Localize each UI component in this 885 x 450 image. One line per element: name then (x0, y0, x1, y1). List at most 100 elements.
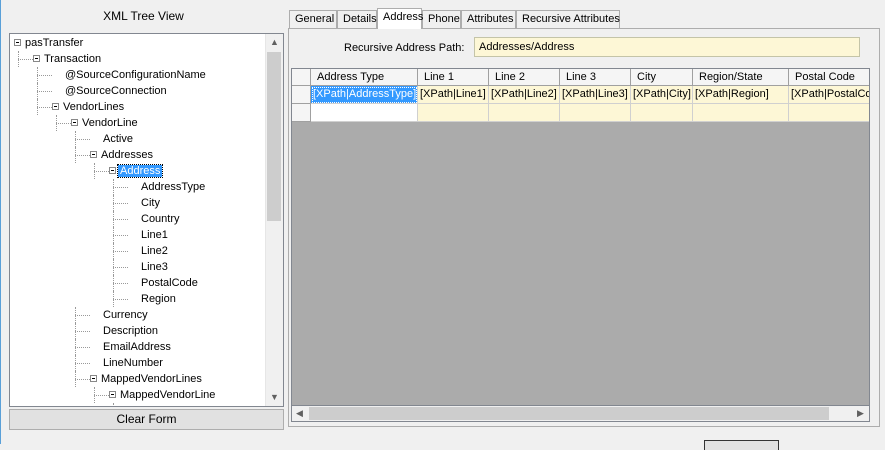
tree-node[interactable]: @SourceConfigurationName (56, 67, 208, 83)
tree-node[interactable]: Line2 (132, 243, 170, 259)
tree-connector (113, 227, 114, 243)
xml-tree-view[interactable]: pasTransfer Transaction @SourceConfigurati… (9, 33, 284, 407)
recursive-address-path-label: Recursive Address Path: (344, 42, 465, 54)
grid-cell[interactable]: [XPath|City] (631, 86, 693, 104)
clear-form-button[interactable]: Clear Form (9, 409, 284, 430)
tree-connector (113, 283, 128, 284)
grid-cell[interactable] (418, 104, 489, 122)
collapse-icon[interactable] (90, 151, 97, 158)
tree-connector (37, 91, 52, 92)
column-header[interactable]: Line 2 (489, 69, 560, 86)
tab-phone[interactable]: Phone (422, 10, 461, 28)
tree-node[interactable]: pasTransfer (14, 35, 85, 51)
xml-tree-title: XML Tree View (103, 9, 184, 23)
grid-cell[interactable] (631, 104, 693, 122)
tree-node-label: Active (103, 133, 133, 145)
column-header[interactable]: City (631, 69, 693, 86)
collapse-icon[interactable] (90, 375, 97, 382)
address-grid[interactable]: Address Type Line 1 Line 2 Line 3 City Region… (291, 68, 870, 422)
tree-node[interactable]: Active (94, 131, 135, 147)
tree-connector (113, 219, 128, 220)
scroll-down-icon[interactable]: ▼ (266, 389, 283, 406)
grid-cell[interactable] (693, 104, 789, 122)
tree-node[interactable]: MappedVendorLine (109, 387, 217, 403)
collapse-icon[interactable] (33, 55, 40, 62)
tab-attributes[interactable]: Attributes (461, 10, 516, 28)
grid-cell[interactable]: [XPath|Line3] (560, 86, 631, 104)
tab-recursive-attributes[interactable]: Recursive Attributes (516, 10, 620, 28)
grid-cell[interactable]: [XPath|Region] (693, 86, 789, 104)
scroll-up-icon[interactable]: ▲ (266, 34, 283, 51)
collapse-icon[interactable] (14, 39, 21, 46)
collapse-icon[interactable] (109, 391, 116, 398)
grid-cell[interactable]: [XPath|Line2] (489, 86, 560, 104)
recursive-address-path-input[interactable]: Addresses/Address (474, 37, 860, 57)
tree-connector (75, 307, 76, 323)
collapse-icon[interactable] (109, 167, 116, 174)
tree-node[interactable]: MappedVendorLines (90, 371, 204, 387)
tab-general[interactable]: General (289, 10, 337, 28)
xml-tree-panel: XML Tree View pasTransfer Transaction @Sou… (3, 6, 284, 430)
tree-scroll-thumb[interactable] (267, 52, 281, 221)
tree-connector (75, 315, 90, 316)
grid-cell[interactable] (560, 104, 631, 122)
tab-address[interactable]: Address (377, 8, 423, 29)
tree-node[interactable]: Country (132, 211, 182, 227)
grid-corner[interactable] (292, 69, 311, 86)
grid-cell[interactable]: [XPath|AddressType] (311, 86, 418, 104)
tree-node-label: MappedVendorLine (120, 389, 216, 401)
grid-cell[interactable] (789, 104, 869, 122)
tree-node-label: Line3 (141, 261, 168, 273)
tree-node[interactable]: Currency (94, 307, 150, 323)
grid-horizontal-scrollbar[interactable]: ◀ ▶ (291, 405, 870, 422)
tree-node[interactable]: AddressType (132, 179, 207, 195)
tree-node[interactable]: VendorLines (52, 99, 126, 115)
tree-vertical-scrollbar[interactable]: ▲ ▼ (265, 34, 283, 406)
tree-node[interactable]: Region (132, 291, 178, 307)
column-header[interactable]: Line 1 (418, 69, 489, 86)
tree-node[interactable]: LineNumber (94, 355, 165, 371)
tree-node-label: AddressType (141, 181, 206, 193)
row-header[interactable] (292, 104, 311, 122)
tree-connector (75, 139, 90, 140)
scroll-right-icon[interactable]: ▶ (853, 406, 868, 421)
tree-node-label: Address (116, 164, 164, 178)
tree-node-label: VendorLine (82, 117, 138, 129)
tree-node[interactable]: PostalCode (132, 275, 200, 291)
tree-connector (37, 67, 38, 83)
tree-node[interactable]: City (132, 195, 162, 211)
tree-node[interactable]: Conditi... (132, 403, 186, 406)
column-header[interactable]: Line 3 (560, 69, 631, 86)
tree-node[interactable]: Line1 (132, 227, 170, 243)
collapse-icon[interactable] (52, 103, 59, 110)
tree-node-label: VendorLines (63, 101, 125, 113)
row-header[interactable] (292, 86, 311, 104)
tree-connector (113, 267, 128, 268)
scroll-left-icon[interactable]: ◀ (292, 406, 307, 421)
tree-node[interactable]: Transaction (33, 51, 103, 67)
tree-node[interactable]: Line3 (132, 259, 170, 275)
tab-details[interactable]: Details (337, 10, 377, 28)
tree-connector (113, 187, 128, 188)
column-header[interactable]: Address Type (311, 69, 418, 86)
grid-scroll-thumb[interactable] (309, 407, 829, 420)
grid-cell[interactable]: [XPath|PostalCode] (789, 86, 869, 104)
tree-node[interactable]: EmailAddress (94, 339, 173, 355)
grid-cell[interactable]: [XPath|Line1] (418, 86, 489, 104)
tree-connector (75, 371, 76, 387)
column-header[interactable]: Postal Code (789, 69, 869, 86)
tree-node[interactable]: Description (94, 323, 160, 339)
grid-cell[interactable] (489, 104, 560, 122)
tree-node[interactable]: @SourceConnection (56, 83, 169, 99)
grid-cell[interactable] (311, 104, 418, 122)
tree-node[interactable]: VendorLine (71, 115, 140, 131)
tree-connector (113, 243, 114, 259)
dialog-button-partial[interactable] (704, 440, 779, 450)
tree-connector (113, 403, 114, 406)
collapse-icon[interactable] (71, 119, 78, 126)
tree-node-label: Line1 (141, 229, 168, 241)
column-header[interactable]: Region/State (693, 69, 789, 86)
tree-node[interactable]: Addresses (90, 147, 155, 163)
tree-node[interactable]: Address (109, 163, 164, 179)
tree-node-label: Description (103, 325, 159, 337)
